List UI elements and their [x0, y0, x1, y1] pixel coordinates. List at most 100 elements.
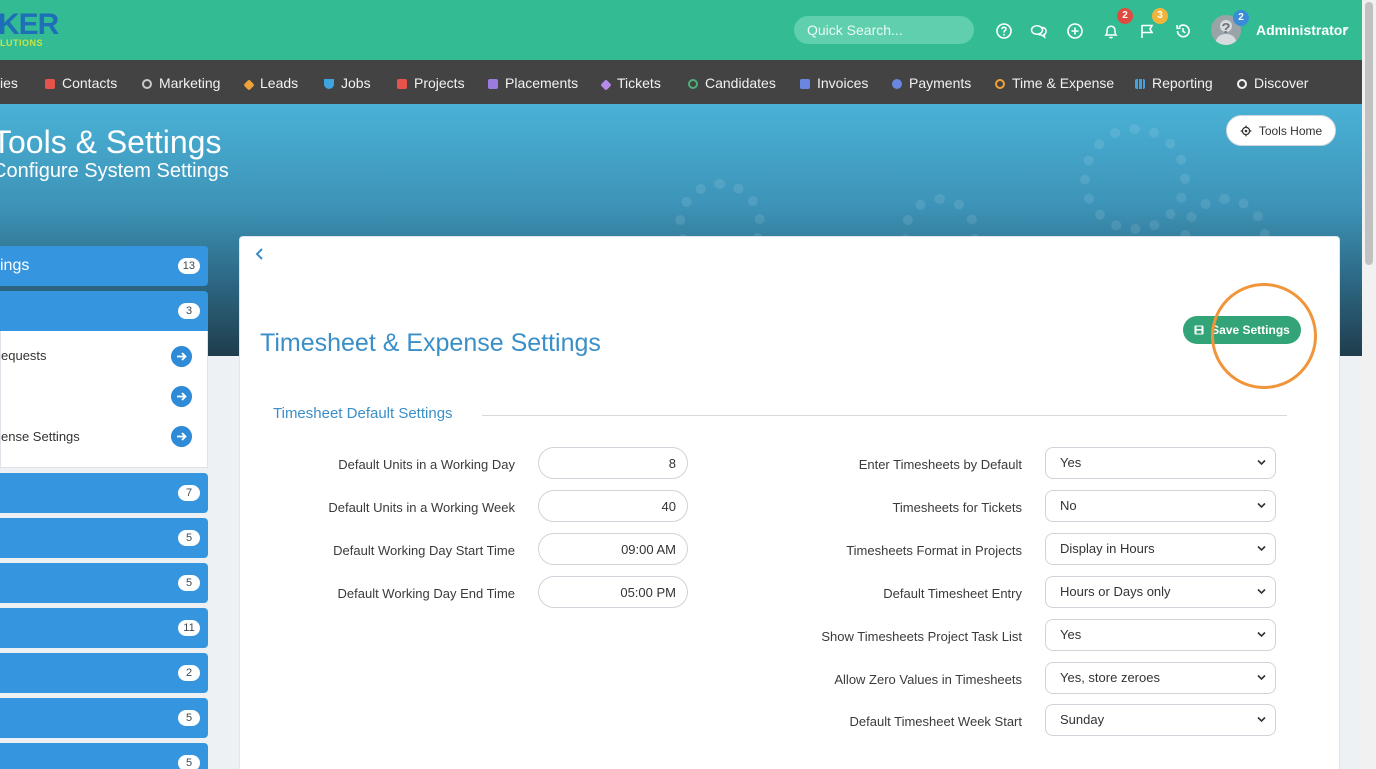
- user-menu-caret-icon[interactable]: [1343, 27, 1349, 31]
- help-icon[interactable]: [995, 22, 1013, 40]
- units-working-day-input[interactable]: [538, 447, 688, 479]
- sidebar-group-count: 13: [177, 258, 200, 274]
- sidebar-group[interactable]: 3: [0, 291, 208, 331]
- nav-tickets[interactable]: Tickets: [600, 75, 661, 91]
- chevron-left-icon[interactable]: [253, 247, 265, 261]
- day-start-time-input[interactable]: [538, 533, 688, 565]
- field-label: Default Units in a Working Week: [328, 500, 515, 515]
- sidebar-group[interactable]: 11: [0, 608, 208, 648]
- nav-label: Placements: [505, 75, 579, 91]
- field-label: Default Working Day End Time: [337, 586, 516, 601]
- chevron-down-icon: [1257, 716, 1266, 723]
- week-start-select[interactable]: Sunday: [1045, 704, 1276, 736]
- top-bar: KER LUTIONS 2 3 ? 2 Admi: [0, 0, 1362, 60]
- clock-icon: [995, 79, 1005, 89]
- arrow-right-icon[interactable]: [171, 426, 192, 447]
- nav-leads[interactable]: Leads: [243, 75, 299, 91]
- nav-payments[interactable]: Payments: [892, 75, 971, 91]
- field-label: Default Timesheet Entry: [883, 586, 1022, 601]
- avatar-badge: 2: [1233, 10, 1249, 26]
- flag-icon[interactable]: [1138, 22, 1156, 40]
- field-label: Default Working Day Start Time: [333, 543, 515, 558]
- page-title: Tools & Settings: [0, 124, 222, 160]
- nav-jobs[interactable]: Jobs: [324, 75, 371, 91]
- day-end-time-input[interactable]: [538, 576, 688, 608]
- sidebar-group[interactable]: 7: [0, 473, 208, 513]
- sidebar-group-count: 5: [178, 755, 200, 769]
- field-label: Allow Zero Values in Timesheets: [834, 672, 1022, 687]
- chat-icon[interactable]: [1030, 22, 1048, 40]
- bell-icon[interactable]: [1102, 22, 1120, 40]
- quick-search-input[interactable]: [794, 16, 974, 44]
- placements-icon: [488, 79, 498, 89]
- select-value: Hours or Days only: [1060, 584, 1171, 599]
- sidebar-group[interactable]: 2: [0, 653, 208, 693]
- search-icon: [1237, 79, 1247, 89]
- nav-companies[interactable]: ies: [0, 75, 18, 91]
- nav-label: Marketing: [159, 75, 221, 91]
- nav-reporting[interactable]: Reporting: [1135, 75, 1213, 91]
- arrow-right-icon[interactable]: [171, 386, 192, 407]
- arrow-right-icon[interactable]: [171, 346, 192, 367]
- nav-label: Tickets: [617, 75, 661, 91]
- svg-text:?: ?: [1221, 20, 1230, 37]
- nav-projects[interactable]: Projects: [397, 75, 465, 91]
- add-circle-icon[interactable]: [1066, 22, 1084, 40]
- settings-card: Timesheet & Expense Settings Save Settin…: [239, 236, 1340, 769]
- chevron-down-icon: [1257, 631, 1266, 638]
- logo-subtext: LUTIONS: [0, 38, 43, 48]
- sidebar-group[interactable]: ings 13: [0, 246, 208, 286]
- field-label: Timesheets for Tickets: [892, 500, 1022, 515]
- gear-icon: [1240, 125, 1252, 136]
- nav-label: Payments: [909, 75, 972, 91]
- default-timesheet-entry-select[interactable]: Hours or Days only: [1045, 576, 1276, 608]
- nav-discover[interactable]: Discover: [1237, 75, 1308, 91]
- enter-timesheets-default-select[interactable]: Yes: [1045, 447, 1276, 479]
- leads-icon: [243, 79, 255, 91]
- page-scrollbar[interactable]: [1362, 0, 1376, 769]
- nav-time-expense[interactable]: Time & Expense: [995, 75, 1114, 91]
- highlight-circle: [1211, 283, 1317, 389]
- nav-label: Candidates: [705, 75, 776, 91]
- units-working-week-input[interactable]: [538, 490, 688, 522]
- select-value: Sunday: [1060, 712, 1105, 727]
- nav-label: Reporting: [1152, 75, 1213, 91]
- gear-decoration-icon: [1080, 124, 1190, 234]
- sidebar-group-count: 11: [178, 620, 200, 636]
- tools-home-button[interactable]: Tools Home: [1226, 115, 1336, 146]
- select-value: Yes: [1060, 627, 1082, 642]
- chart-icon: [1135, 79, 1145, 89]
- sidebar-group[interactable]: 5: [0, 518, 208, 558]
- nav-placements[interactable]: Placements: [488, 75, 578, 91]
- allow-zero-values-select[interactable]: Yes, store zeroes: [1045, 662, 1276, 694]
- sidebar-group-count: 5: [178, 575, 200, 591]
- tools-home-label: Tools Home: [1258, 123, 1323, 138]
- sidebar-group-count: 5: [178, 530, 200, 546]
- timesheets-format-select[interactable]: Display in Hours: [1045, 533, 1276, 565]
- sidebar-sub-item[interactable]: ense Settings: [1, 429, 80, 444]
- chevron-down-icon: [1257, 545, 1266, 552]
- project-task-list-select[interactable]: Yes: [1045, 619, 1276, 651]
- sidebar-group-count: 5: [178, 710, 200, 726]
- sidebar-group[interactable]: 5: [0, 698, 208, 738]
- sidebar-group[interactable]: 5: [0, 563, 208, 603]
- user-name[interactable]: Administrator: [1256, 22, 1348, 38]
- invoices-icon: [800, 79, 810, 89]
- sidebar-group[interactable]: 5: [0, 743, 208, 769]
- nav-label: Discover: [1254, 75, 1309, 91]
- sidebar-sub-item[interactable]: equests: [1, 348, 47, 363]
- chevron-down-icon: [1257, 459, 1266, 466]
- field-label: Enter Timesheets by Default: [858, 457, 1022, 472]
- select-value: Yes: [1060, 455, 1082, 470]
- nav-contacts[interactable]: Contacts: [45, 75, 117, 91]
- nav-candidates[interactable]: Candidates: [688, 75, 776, 91]
- scrollbar-thumb[interactable]: [1365, 2, 1373, 265]
- nav-label: Leads: [260, 75, 299, 91]
- timesheets-tickets-select[interactable]: No: [1045, 490, 1276, 522]
- nav-invoices[interactable]: Invoices: [800, 75, 868, 91]
- nav-label: Invoices: [817, 75, 869, 91]
- history-icon[interactable]: [1174, 22, 1192, 40]
- nav-marketing[interactable]: Marketing: [142, 75, 220, 91]
- sidebar-group-count: 2: [178, 665, 200, 681]
- nav-label: ies: [0, 75, 18, 91]
